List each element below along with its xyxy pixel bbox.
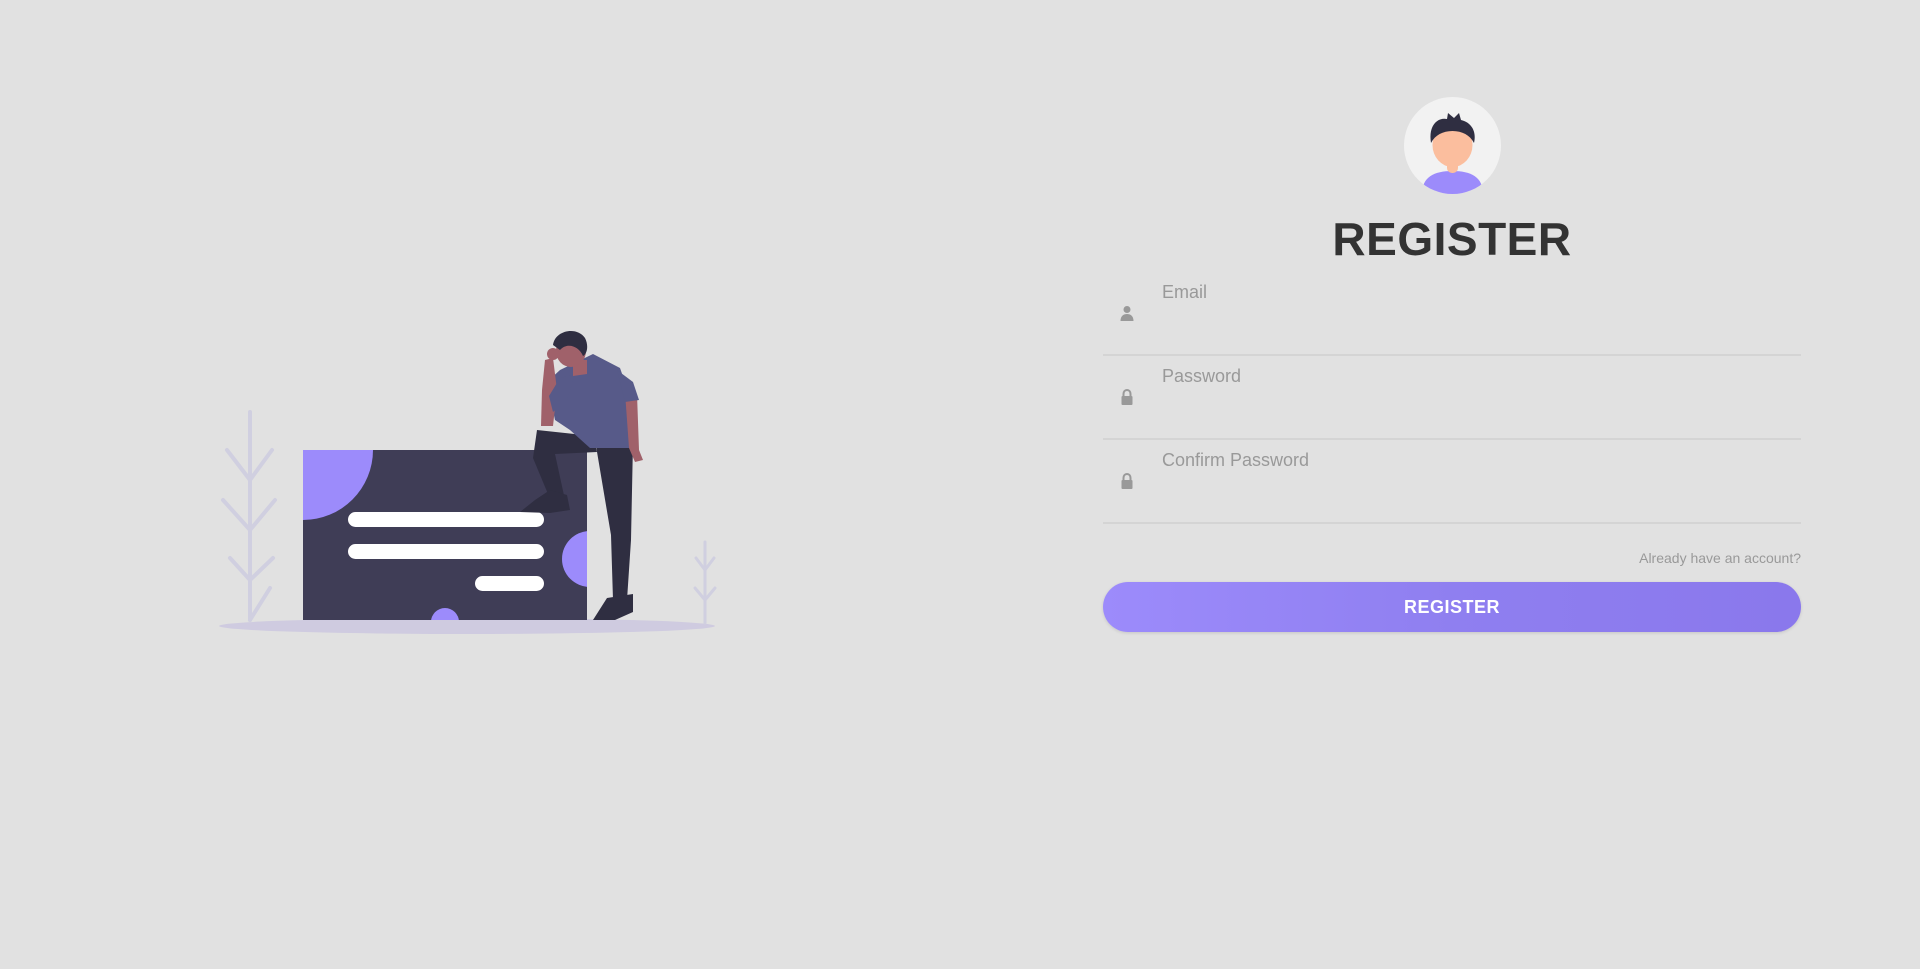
email-input[interactable]	[1162, 308, 1786, 344]
confirm-password-field: Confirm Password	[1103, 440, 1801, 524]
lock-icon	[1119, 389, 1135, 405]
password-label: Password	[1162, 366, 1242, 386]
ground-shadow	[219, 618, 715, 634]
plant-left	[221, 410, 277, 622]
user-icon	[1119, 305, 1135, 321]
card-circle-right	[562, 531, 587, 587]
illustration	[215, 330, 720, 640]
password-field: Password	[1103, 356, 1801, 440]
email-field: Email	[1103, 272, 1801, 356]
user-avatar-icon	[1421, 113, 1483, 194]
plant-right	[693, 540, 717, 625]
password-input[interactable]	[1162, 392, 1786, 428]
login-link[interactable]: Already have an account?	[1103, 550, 1801, 566]
card-circle-top	[303, 450, 373, 520]
avatar	[1403, 97, 1501, 194]
register-page: REGISTER Email Password Confirm Password…	[0, 0, 1920, 969]
email-label: Email	[1162, 282, 1208, 302]
register-button[interactable]: REGISTER	[1103, 582, 1801, 632]
confirm-password-input[interactable]	[1162, 476, 1786, 512]
confirm-password-label: Confirm Password	[1162, 450, 1310, 470]
lock-icon	[1119, 473, 1135, 489]
register-form: REGISTER Email Password Confirm Password…	[1103, 97, 1801, 632]
form-title: REGISTER	[1332, 213, 1572, 265]
